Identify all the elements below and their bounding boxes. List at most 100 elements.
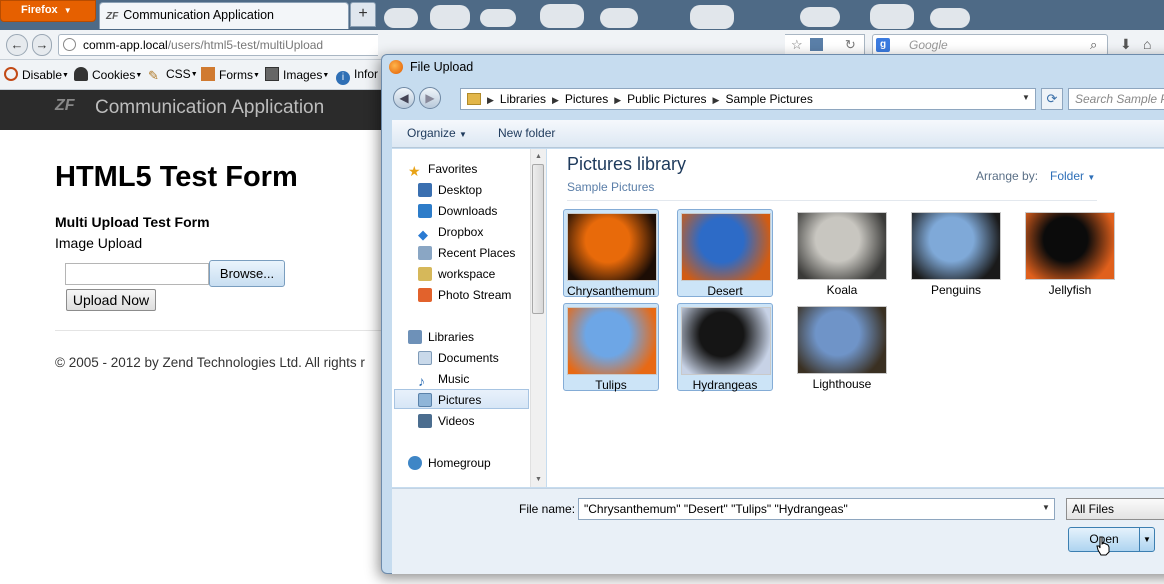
file-name-label: Koala <box>826 283 858 297</box>
upload-now-button[interactable]: Upload Now <box>66 289 156 311</box>
arrange-by-dropdown[interactable]: Folder ▼ <box>1050 169 1095 183</box>
nav-scrollbar-thumb[interactable] <box>532 164 544 314</box>
back-icon[interactable]: ◀ <box>393 87 415 109</box>
arrange-by-value: Folder <box>1050 169 1085 183</box>
nav-label: workspace <box>438 267 496 281</box>
chevron-right-icon: ▶ <box>712 95 720 105</box>
scroll-up-icon[interactable]: ▲ <box>535 153 542 160</box>
file-path-field[interactable] <box>65 263 209 285</box>
thumbnail-jellyfish <box>1025 212 1115 280</box>
devbar-forms[interactable]: Forms▼ <box>201 67 260 83</box>
devbar-css[interactable]: ✎ CSS▼ <box>148 67 198 83</box>
thumbnail-desert <box>681 213 771 281</box>
url-path: /users/html5-test/multiUpload <box>167 38 324 52</box>
file-name-label: File name: <box>519 502 575 516</box>
person-icon <box>74 67 88 81</box>
no-icon <box>4 67 18 81</box>
forward-icon[interactable]: → <box>32 34 52 56</box>
chevron-down-icon: ▼ <box>322 72 330 79</box>
breadcrumb-item[interactable]: Public Pictures <box>627 92 706 106</box>
file-name-label: Jellyfish <box>1048 283 1092 297</box>
nav-item-pictures[interactable]: Pictures <box>394 389 529 409</box>
file-name-label: Chrysanthemum <box>566 284 656 298</box>
background-window-blob <box>870 4 914 29</box>
pictures-icon <box>418 393 432 407</box>
file-tile-desert[interactable]: Desert <box>677 209 773 298</box>
file-tile-penguins[interactable]: Penguins <box>908 209 1004 297</box>
organize-button[interactable]: Organize ▼ <box>407 126 467 140</box>
new-folder-button[interactable]: New folder <box>498 126 555 140</box>
search-magnifier-icon[interactable]: ⌕ <box>1090 37 1097 53</box>
form-title: Multi Upload Test Form <box>55 214 210 230</box>
nav-favorites[interactable]: ★ Favorites <box>408 159 542 179</box>
download-icon[interactable]: ⬇ <box>1120 36 1132 53</box>
thumbnail-lighthouse <box>797 306 887 374</box>
chevron-down-icon[interactable]: ▼ <box>1139 527 1155 552</box>
breadcrumb[interactable]: ▶ Libraries ▶ Pictures ▶ Public Pictures ▶ Samp… <box>460 88 1036 110</box>
file-tile-jellyfish[interactable]: Jellyfish <box>1022 209 1118 297</box>
nav-label: Photo Stream <box>438 288 512 302</box>
forward-icon[interactable]: ▶ <box>419 87 441 109</box>
browser-tab[interactable]: ZF Communication Application <box>99 2 349 29</box>
image-icon <box>265 67 279 81</box>
back-icon[interactable]: ← <box>6 34 28 56</box>
file-type-filter[interactable]: All Files <box>1066 498 1164 520</box>
library-title: Pictures library <box>567 154 687 174</box>
background-window-blob <box>480 9 516 27</box>
devbar-disable[interactable]: Disable▼ <box>4 67 69 83</box>
home-icon[interactable]: ⌂ <box>1143 36 1151 52</box>
file-tile-chrysanthemum[interactable]: Chrysanthemum <box>563 209 659 298</box>
file-tile-tulips[interactable]: Tulips <box>563 303 659 392</box>
google-icon[interactable]: g <box>876 38 890 52</box>
site-identity-icon[interactable] <box>63 38 76 51</box>
breadcrumb-item[interactable]: Sample Pictures <box>725 92 812 106</box>
devbar-label: Disable <box>22 68 63 82</box>
file-tile-lighthouse[interactable]: Lighthouse <box>794 303 890 391</box>
zf-logo-icon: ZF <box>106 11 119 22</box>
reload-icon[interactable]: ↻ <box>845 37 856 52</box>
breadcrumb-item[interactable]: Pictures <box>565 92 608 106</box>
chevron-down-icon[interactable]: ▼ <box>1022 93 1030 102</box>
chevron-down-icon: ▼ <box>253 72 260 79</box>
thumbnail-tulips <box>567 307 657 375</box>
scroll-down-icon[interactable]: ▼ <box>535 476 542 483</box>
devbar-images[interactable]: Images▼ <box>265 67 329 83</box>
library-subtitle[interactable]: Sample Pictures <box>567 180 654 194</box>
file-name-label-text: File name: <box>519 502 576 516</box>
libraries-icon <box>408 330 422 344</box>
browse-button[interactable]: Browse... <box>209 260 285 287</box>
file-tile-hydrangeas[interactable]: Hydrangeas <box>677 303 773 392</box>
wand-icon: ✎ <box>148 68 159 83</box>
documents-icon <box>418 351 432 365</box>
background-window-blob <box>800 7 840 27</box>
refresh-icon[interactable]: ⟳ <box>1041 88 1063 110</box>
url-bar[interactable]: comm-app.local/users/html5-test/multiUpl… <box>58 34 378 56</box>
nav-label: Pictures <box>438 393 482 407</box>
firefox-menu-button[interactable]: Firefox ▼ <box>0 0 96 22</box>
nav-label: Videos <box>438 414 475 428</box>
thumbnail-hydrangeas <box>681 307 771 375</box>
nav-label: Favorites <box>428 162 478 176</box>
devbar-cookies[interactable]: Cookies▼ <box>74 67 142 83</box>
search-bar[interactable]: Google <box>872 34 1108 56</box>
breadcrumb-item[interactable]: Libraries <box>500 92 546 106</box>
nav-homegroup[interactable]: Homegroup <box>408 453 542 473</box>
dialog-search-input[interactable]: Search Sample P <box>1068 88 1164 110</box>
firefox-menu-label: Firefox <box>21 4 58 16</box>
file-name-field[interactable]: "Chrysanthemum" "Desert" "Tulips" "Hydra… <box>578 498 1055 520</box>
background-window-blob <box>690 5 734 29</box>
file-tile-koala[interactable]: Koala <box>794 209 890 297</box>
app-brand-link[interactable]: Communication Application <box>95 97 324 119</box>
new-tab-button[interactable]: + <box>350 2 376 27</box>
devbar-information[interactable]: i Infor <box>336 67 378 85</box>
chevron-down-icon[interactable]: ▼ <box>1042 503 1050 512</box>
nav-libraries[interactable]: Libraries <box>408 327 542 347</box>
bookmark-star-icon[interactable]: ☆ <box>791 37 803 52</box>
nav-label: Libraries <box>428 330 475 344</box>
zf-logo-icon[interactable]: ZF <box>55 97 75 115</box>
search-placeholder: Google <box>909 38 948 52</box>
url-bar-actions: ☆ ↻ <box>785 34 865 56</box>
chevron-right-icon: ▶ <box>551 95 559 105</box>
feed-icon[interactable] <box>810 38 824 51</box>
nav-label: Documents <box>438 351 499 365</box>
